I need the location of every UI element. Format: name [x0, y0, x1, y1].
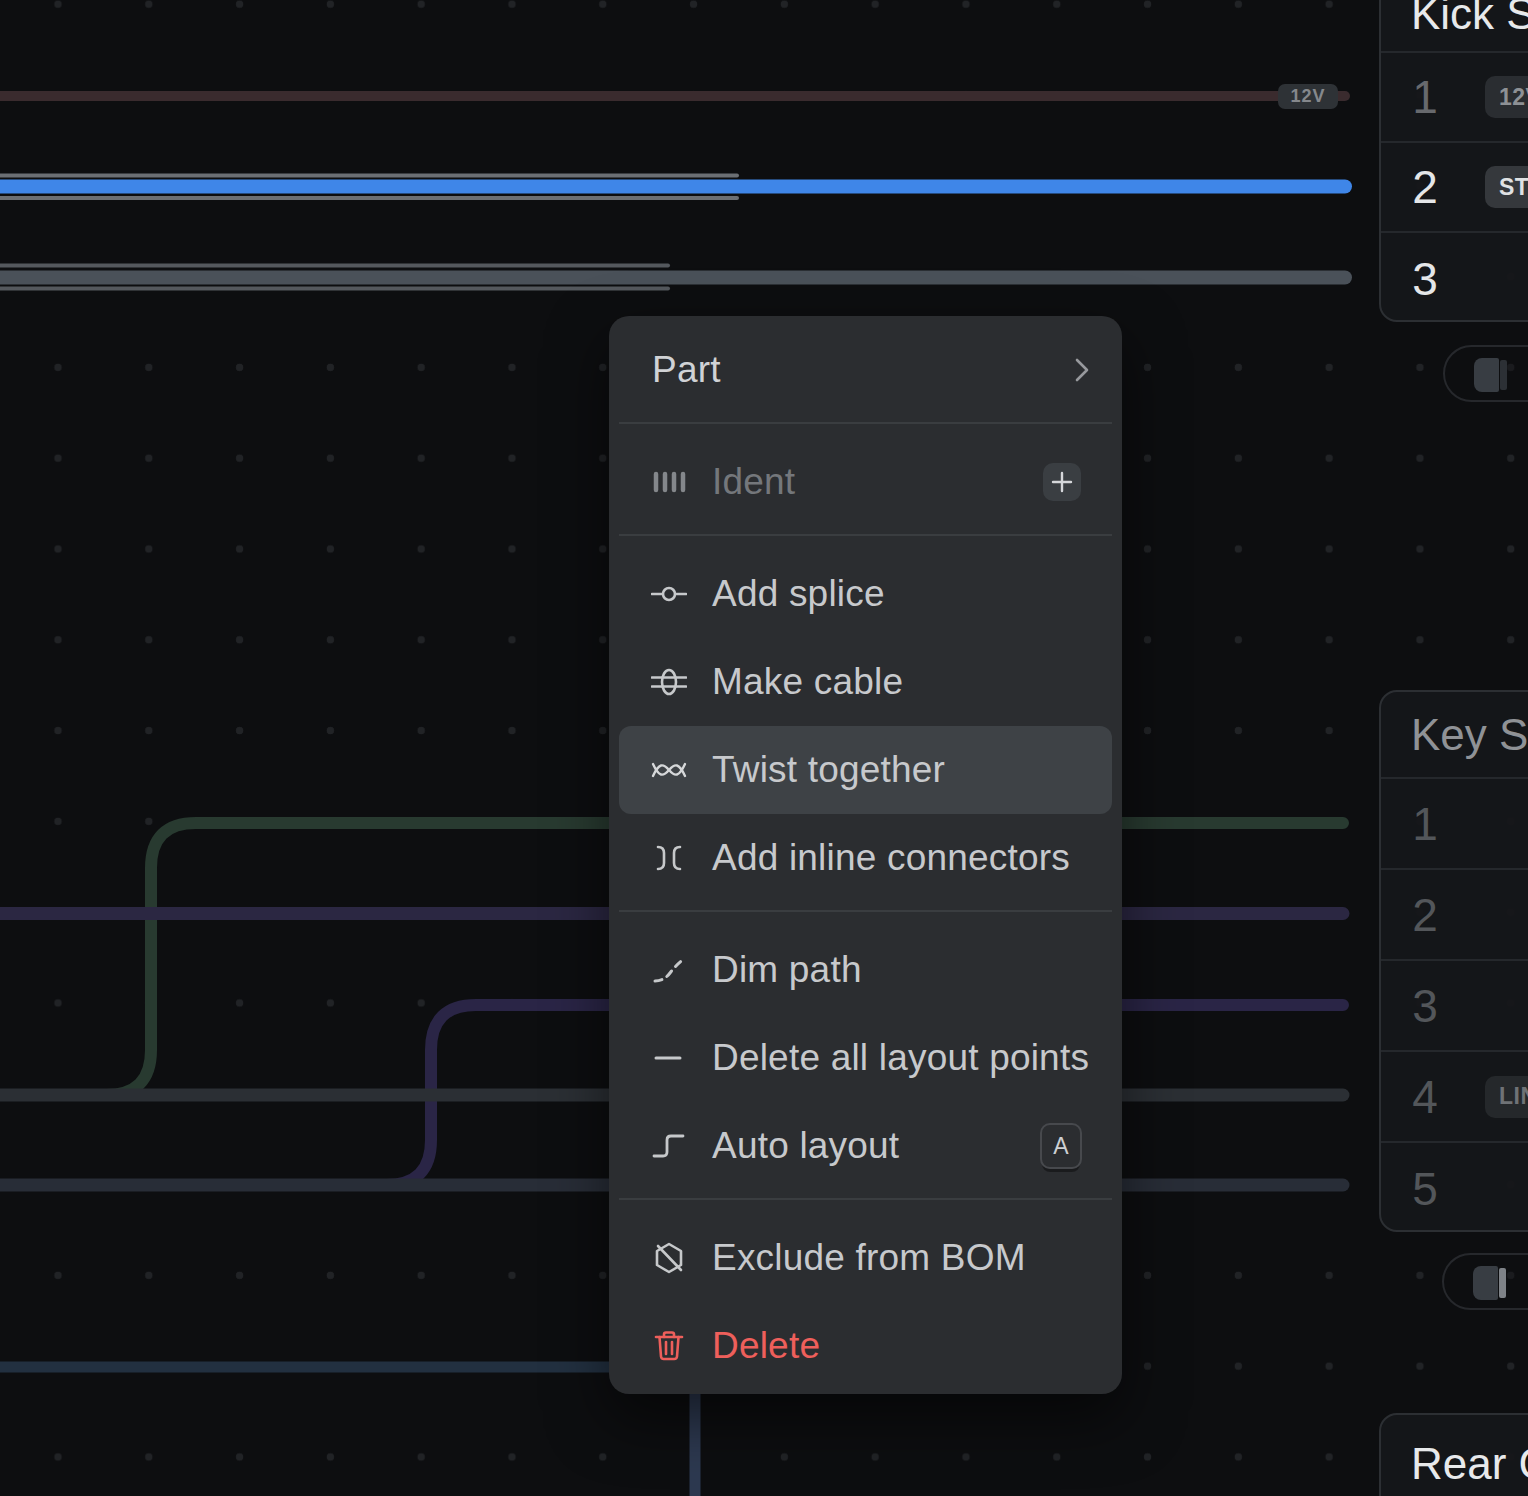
- menu-divider: [619, 534, 1112, 536]
- menu-item-label: Twist together: [712, 749, 1094, 791]
- menu-item-exclude-from-bom[interactable]: Exclude from BOM: [609, 1214, 1122, 1302]
- menu-item-delete[interactable]: Delete: [609, 1302, 1122, 1390]
- pin-row[interactable]: 1 12V: [1381, 53, 1528, 143]
- pin-row[interactable]: 1: [1381, 779, 1528, 870]
- menu-item-auto-layout[interactable]: Auto layout A: [609, 1102, 1122, 1190]
- toggle-notch: [1500, 360, 1507, 390]
- shortcut-key-a: A: [1040, 1123, 1082, 1169]
- pin-row[interactable]: 2 ST: [1381, 143, 1528, 233]
- pin-badge: LIN: [1485, 1076, 1528, 1118]
- twist-icon: [651, 752, 687, 788]
- menu-item-part[interactable]: Part: [609, 326, 1122, 414]
- add-ident-button[interactable]: [1043, 463, 1081, 501]
- pin-number: 1: [1409, 797, 1441, 851]
- menu-item-label: Auto layout: [712, 1125, 1040, 1167]
- connector-panel-key-switch[interactable]: Key S 1 2 3 4 LIN 5: [1379, 690, 1528, 1232]
- pin-row[interactable]: 4 LIN: [1381, 1052, 1528, 1143]
- menu-item-label: Add inline connectors: [712, 837, 1094, 879]
- toggle-knob: [1473, 1266, 1498, 1300]
- menu-divider: [619, 910, 1112, 912]
- menu-item-label: Make cable: [712, 661, 1094, 703]
- panel-title: Rear C: [1381, 1415, 1528, 1496]
- menu-item-delete-all-layout-points[interactable]: Delete all layout points: [609, 1014, 1122, 1102]
- pin-row[interactable]: 3: [1381, 961, 1528, 1052]
- pin-row[interactable]: 3: [1381, 233, 1528, 322]
- menu-item-add-inline-connectors[interactable]: Add inline connectors: [609, 814, 1122, 902]
- pin-row[interactable]: 5: [1381, 1143, 1528, 1232]
- toggle-switch[interactable]: [1442, 1253, 1528, 1310]
- menu-item-ident-label: Ident: [712, 461, 1043, 503]
- toggle-notch: [1499, 1268, 1506, 1298]
- inline-connectors-icon: [651, 840, 687, 876]
- toggle-knob: [1474, 358, 1499, 392]
- schematic-canvas[interactable]: 12V Part Ident: [0, 0, 1528, 1496]
- pin-badge: ST: [1485, 166, 1528, 208]
- pin-number: 4: [1409, 1070, 1441, 1124]
- menu-item-label: Dim path: [712, 949, 1094, 991]
- pin-number: 3: [1409, 252, 1441, 306]
- menu-divider: [619, 422, 1112, 424]
- ident-bars-icon: [651, 464, 687, 500]
- pin-badge: 12V: [1485, 76, 1528, 118]
- menu-divider: [619, 1198, 1112, 1200]
- menu-item-label: Exclude from BOM: [712, 1237, 1094, 1279]
- trash-icon: [651, 1328, 687, 1364]
- menu-item-ident[interactable]: Ident: [609, 438, 1122, 526]
- menu-item-add-splice[interactable]: Add splice: [609, 550, 1122, 638]
- net-label-12v[interactable]: 12V: [1278, 84, 1338, 109]
- pin-number: 3: [1409, 979, 1441, 1033]
- pin-number: 5: [1409, 1162, 1441, 1216]
- cable-icon: [651, 664, 687, 700]
- chevron-right-icon: [1074, 356, 1090, 384]
- pin-number: 2: [1409, 160, 1441, 214]
- plus-icon: [1050, 470, 1074, 494]
- panel-title: Key S: [1381, 692, 1528, 779]
- menu-item-label: Delete: [712, 1325, 1094, 1367]
- menu-item-label: Delete all layout points: [712, 1037, 1094, 1079]
- auto-layout-icon: [651, 1128, 687, 1164]
- menu-item-twist-together[interactable]: Twist together: [619, 726, 1112, 814]
- menu-item-dim-path[interactable]: Dim path: [609, 926, 1122, 1014]
- context-menu: Part Ident: [609, 316, 1122, 1394]
- toggle-switch[interactable]: [1443, 345, 1528, 402]
- connector-panel-rear[interactable]: Rear C: [1379, 1413, 1528, 1496]
- dim-path-icon: [651, 952, 687, 988]
- minus-icon: [651, 1040, 687, 1076]
- menu-item-part-label: Part: [652, 349, 1074, 391]
- pin-number: 1: [1409, 70, 1441, 124]
- pin-number: 2: [1409, 888, 1441, 942]
- pin-row[interactable]: 2: [1381, 870, 1528, 961]
- splice-icon: [651, 576, 687, 612]
- menu-item-make-cable[interactable]: Make cable: [609, 638, 1122, 726]
- panel-title: Kick S: [1381, 0, 1528, 53]
- connector-panel-kick-switch[interactable]: Kick S 1 12V 2 ST 3: [1379, 0, 1528, 322]
- exclude-bom-icon: [651, 1240, 687, 1276]
- menu-item-label: Add splice: [712, 573, 1094, 615]
